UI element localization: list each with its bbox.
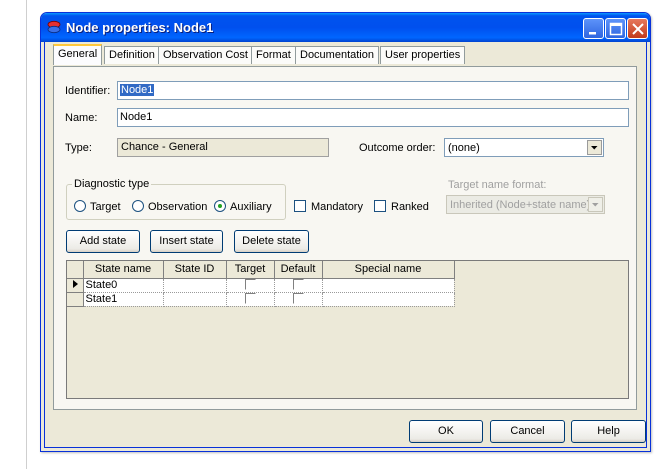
outcome-order-select[interactable]: (none)	[444, 138, 604, 157]
type-label: Type:	[65, 142, 92, 154]
maximize-icon	[609, 22, 623, 36]
diag-observation-radio[interactable]: Observation	[132, 200, 207, 213]
col-special-name[interactable]: Special name	[322, 261, 455, 279]
state-name-cell[interactable]: State1	[83, 292, 164, 307]
row-pointer-icon	[72, 279, 78, 288]
tab-documentation[interactable]: Documentation	[295, 46, 379, 64]
target-name-format-value: Inherited (Node+state name)	[450, 199, 591, 211]
states-grid: State name State ID Target Default Speci…	[66, 260, 629, 399]
default-cell[interactable]	[274, 292, 323, 307]
target-name-format-select[interactable]: Inherited (Node+state name)	[446, 195, 605, 214]
target-cell[interactable]	[226, 292, 275, 307]
tab-definition[interactable]: Definition	[104, 46, 160, 64]
name-label: Name:	[65, 112, 98, 124]
table-row[interactable]: State0	[67, 278, 455, 293]
state-name-cell[interactable]: State0	[83, 278, 164, 293]
default-cell[interactable]	[274, 278, 323, 293]
checkbox-icon	[294, 200, 306, 212]
dialog-title: Node properties: Node1	[66, 20, 214, 35]
diag-target-label: Target	[90, 201, 121, 213]
diag-auxiliary-radio[interactable]: Auxiliary	[214, 200, 272, 213]
diag-auxiliary-label: Auxiliary	[230, 201, 272, 213]
col-state-name[interactable]: State name	[83, 261, 164, 279]
maximize-button[interactable]	[605, 18, 626, 39]
checkbox-icon[interactable]	[292, 279, 304, 290]
state-id-cell[interactable]	[163, 278, 227, 293]
delete-state-button[interactable]: Delete state	[234, 230, 309, 253]
checkbox-icon[interactable]	[244, 293, 256, 304]
identifier-label: Identifier:	[65, 85, 111, 97]
chevron-down-icon	[588, 197, 603, 212]
table-row[interactable]: State1	[67, 292, 455, 307]
special-name-cell[interactable]	[322, 278, 455, 293]
cancel-button[interactable]: Cancel	[490, 420, 565, 443]
target-name-format-label: Target name format:	[448, 179, 547, 191]
checkbox-icon[interactable]	[244, 279, 256, 290]
ranked-checkbox[interactable]: Ranked	[374, 200, 429, 213]
radio-on-icon	[214, 200, 226, 212]
ranked-label: Ranked	[391, 201, 429, 213]
close-button[interactable]	[627, 18, 648, 39]
identifier-input[interactable]: Node1	[117, 81, 629, 100]
radio-off-icon	[132, 200, 144, 212]
name-input[interactable]: Node1	[117, 108, 629, 127]
checkbox-icon[interactable]	[292, 293, 304, 304]
radio-off-icon	[74, 200, 86, 212]
row-indicator-header	[67, 261, 84, 279]
close-icon	[632, 23, 644, 35]
title-bar[interactable]: Node properties: Node1	[41, 13, 650, 42]
mandatory-label: Mandatory	[311, 201, 363, 213]
tab-observation-cost[interactable]: Observation Cost	[158, 46, 253, 64]
row-indicator	[67, 292, 84, 307]
state-id-cell[interactable]	[163, 292, 227, 307]
chevron-down-icon	[587, 140, 602, 155]
diag-target-radio[interactable]: Target	[74, 200, 121, 213]
current-row-indicator	[67, 278, 84, 293]
diag-observation-label: Observation	[148, 201, 208, 213]
help-button[interactable]: Help	[571, 420, 646, 443]
ok-button[interactable]: OK	[409, 420, 483, 443]
outcome-order-label: Outcome order:	[359, 142, 436, 154]
tab-format[interactable]: Format	[251, 46, 296, 64]
identifier-value: Node1	[120, 84, 155, 96]
network-node-icon	[47, 20, 61, 34]
add-state-button[interactable]: Add state	[66, 230, 140, 253]
tab-user-properties[interactable]: User properties	[380, 46, 466, 64]
minimize-icon	[589, 32, 596, 35]
minimize-button[interactable]	[583, 18, 604, 39]
outcome-order-value: (none)	[448, 142, 480, 154]
target-cell[interactable]	[226, 278, 275, 293]
special-name-cell[interactable]	[322, 292, 455, 307]
diagnostic-type-title: Diagnostic type	[72, 178, 152, 190]
insert-state-button[interactable]: Insert state	[150, 230, 223, 253]
col-default[interactable]: Default	[274, 261, 323, 279]
col-target[interactable]: Target	[226, 261, 275, 279]
states-table: State name State ID Target Default Speci…	[67, 261, 455, 307]
states-header-row: State name State ID Target Default Speci…	[67, 261, 455, 279]
tab-general[interactable]: General	[53, 44, 103, 65]
checkbox-icon	[374, 200, 386, 212]
mandatory-checkbox[interactable]: Mandatory	[294, 200, 363, 213]
col-state-id[interactable]: State ID	[163, 261, 227, 279]
type-value: Chance - General	[117, 138, 329, 157]
page-divider	[26, 0, 27, 469]
